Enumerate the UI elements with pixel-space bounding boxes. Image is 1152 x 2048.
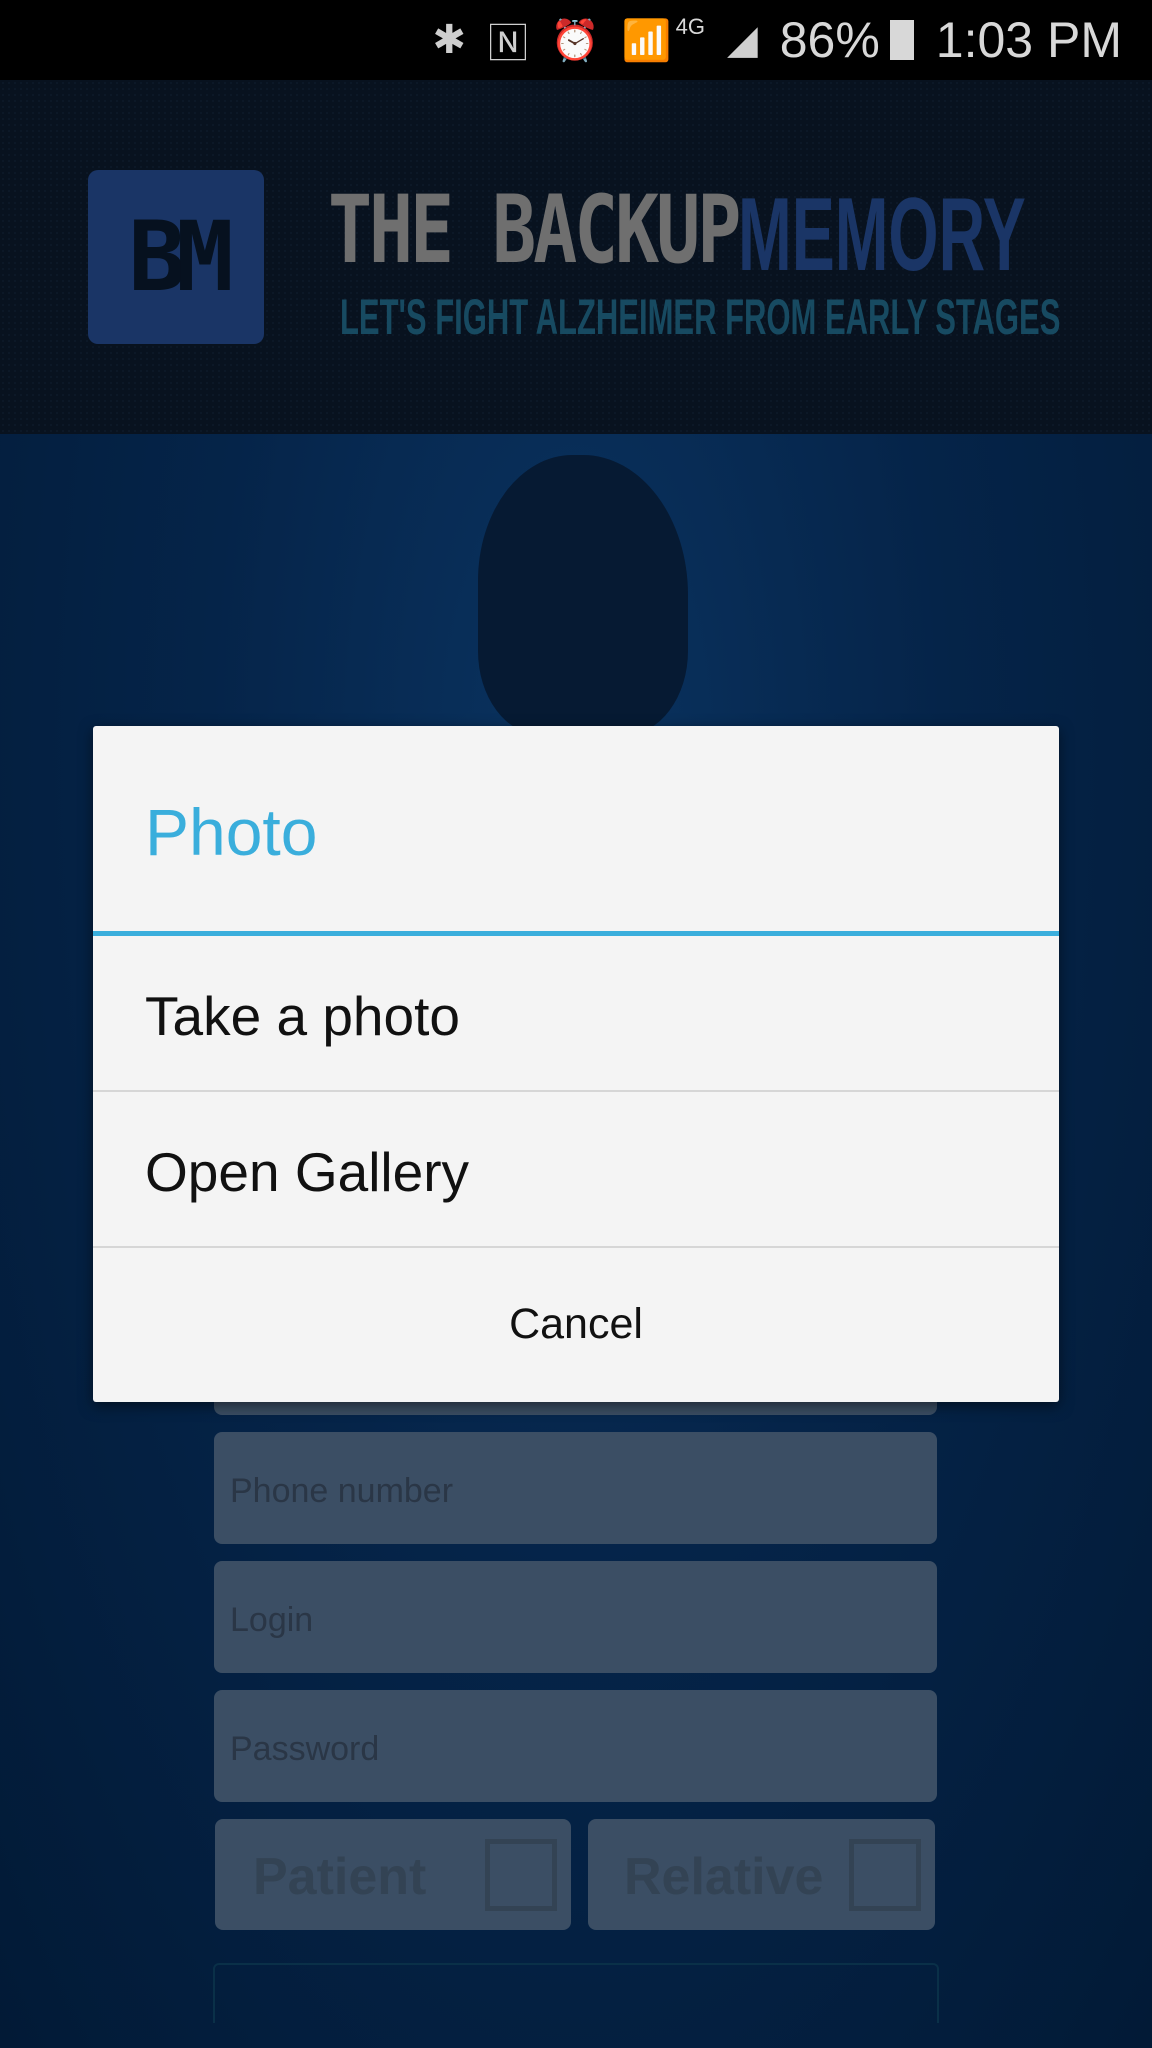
checkbox-icon: [485, 1839, 557, 1911]
phone-input[interactable]: Phone number: [214, 1432, 937, 1544]
patient-checkbox[interactable]: Patient: [215, 1819, 571, 1930]
open-gallery-option[interactable]: Open Gallery: [93, 1092, 1059, 1248]
relative-label: Relative: [624, 1848, 824, 1906]
take-photo-option[interactable]: Take a photo: [93, 936, 1059, 1092]
battery-percent: 86%: [779, 12, 880, 68]
alarm-icon: ⏰: [549, 18, 600, 63]
profile-photo-placeholder[interactable]: [478, 455, 688, 735]
app-header: BM THE BACKUP MEMORY LET'S FIGHT ALZHEIM…: [0, 80, 1152, 434]
app-title-part2: MEMORY: [738, 177, 1026, 293]
dialog-title: Photo: [145, 795, 318, 869]
photo-dialog: Photo Take a photo Open Gallery Cancel: [93, 726, 1059, 1402]
signal-icon: ◢: [726, 18, 758, 62]
app-title-part1: THE BACKUP: [328, 176, 741, 285]
submit-button[interactable]: [213, 1963, 939, 2023]
nfc-icon: 🄽: [487, 22, 528, 66]
checkbox-icon: [849, 1839, 921, 1911]
bluetooth-icon: ✱: [432, 18, 466, 62]
battery-icon: [889, 20, 914, 60]
clock: 1:03 PM: [935, 12, 1122, 68]
wifi-icon: 📶: [621, 18, 672, 63]
password-input[interactable]: Password: [214, 1690, 937, 1802]
cancel-button[interactable]: Cancel: [93, 1248, 1059, 1402]
network-type: 4G: [675, 14, 705, 39]
login-input[interactable]: Login: [214, 1561, 937, 1673]
app-subtitle: LET'S FIGHT ALZHEIMER FROM EARLY STAGES: [340, 289, 1061, 345]
status-bar: ✱ 🄽 ⏰ 📶 4G ◢ 86% 1:03 PM: [0, 0, 1152, 80]
app-logo: BM: [88, 170, 264, 344]
relative-checkbox[interactable]: Relative: [588, 1819, 935, 1930]
patient-label: Patient: [253, 1848, 427, 1906]
